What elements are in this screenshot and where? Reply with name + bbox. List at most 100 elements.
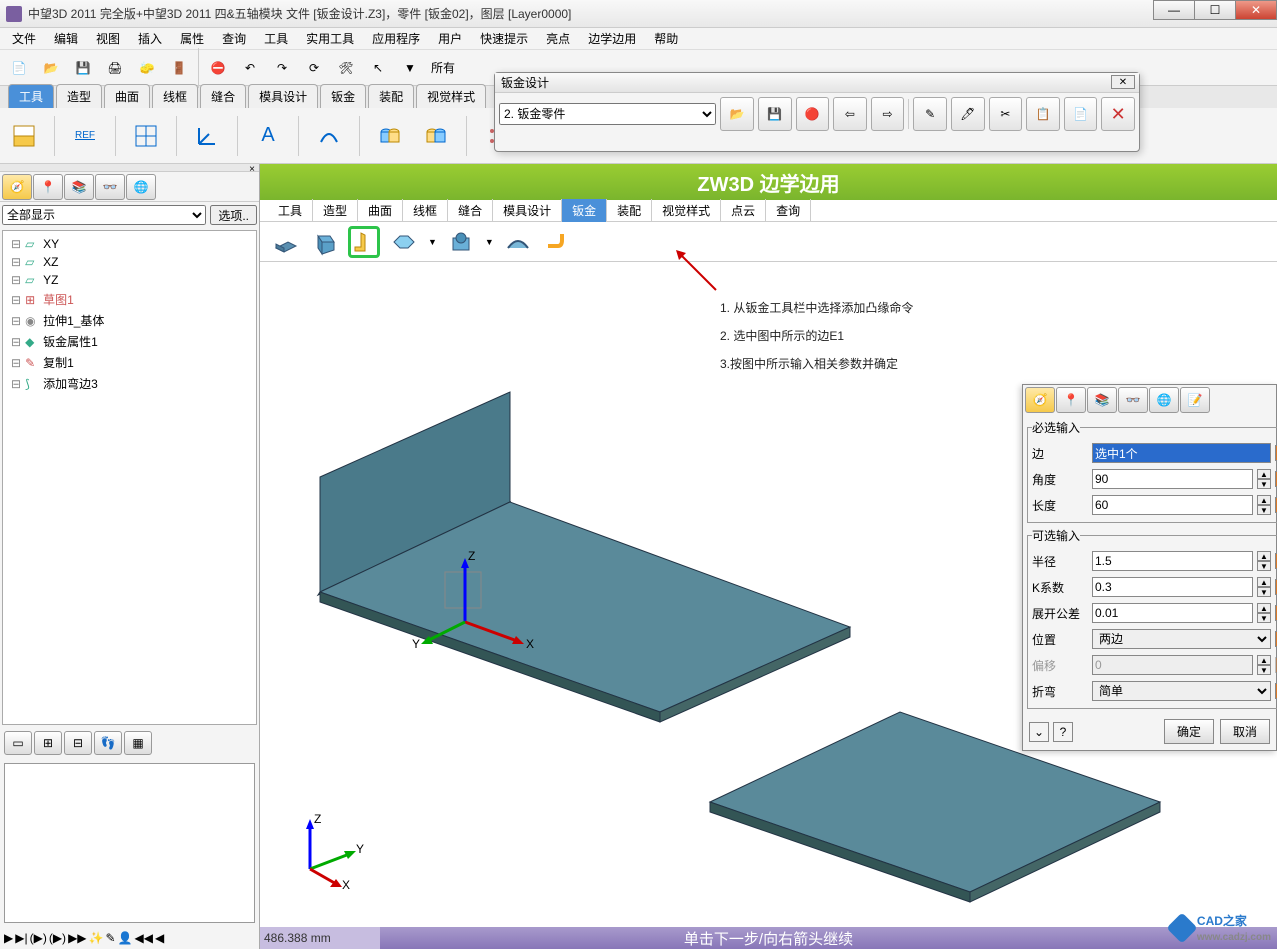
lp-tab-manager[interactable]: 🧭 bbox=[2, 174, 32, 200]
nav-end[interactable]: ▶▶ bbox=[68, 931, 86, 945]
menu-快速提示[interactable]: 快速提示 bbox=[472, 28, 536, 49]
nav-edit[interactable]: ✎ bbox=[105, 931, 115, 945]
pf-tab-4[interactable]: 👓 bbox=[1118, 387, 1148, 413]
save-icon[interactable]: 💾 bbox=[70, 55, 96, 81]
ft-copy-icon[interactable]: 📋 bbox=[1026, 97, 1060, 131]
nav-user[interactable]: 👤 bbox=[118, 931, 133, 945]
nav-wand[interactable]: ✨ bbox=[89, 931, 104, 945]
menu-编辑[interactable]: 编辑 bbox=[46, 28, 86, 49]
ft-open-icon[interactable]: 📂 bbox=[720, 97, 754, 131]
tree-item-2[interactable]: ⊟▱YZ bbox=[7, 271, 252, 289]
tree-options-button[interactable]: 选项.. bbox=[210, 205, 257, 225]
lp-tab-glasses[interactable]: 👓 bbox=[95, 174, 125, 200]
menu-查询[interactable]: 查询 bbox=[214, 28, 254, 49]
pointer-icon[interactable]: ↖ bbox=[365, 55, 391, 81]
innertab-工具[interactable]: 工具 bbox=[268, 199, 313, 222]
refresh-icon[interactable]: ⟳ bbox=[301, 55, 327, 81]
exit-icon[interactable]: 🚪 bbox=[166, 55, 192, 81]
sm-box-icon[interactable] bbox=[308, 226, 340, 258]
ribbon-text-btn[interactable]: A bbox=[252, 120, 284, 152]
redo-icon[interactable]: ↷ bbox=[269, 55, 295, 81]
ribbon-grid-btn[interactable] bbox=[130, 120, 162, 152]
tree-item-5[interactable]: ⊟◆钣金属性1 bbox=[7, 331, 252, 352]
maintab-钣金[interactable]: 钣金 bbox=[320, 84, 366, 108]
minimize-button[interactable]: — bbox=[1153, 0, 1195, 20]
maintab-模具设计[interactable]: 模具设计 bbox=[248, 84, 318, 108]
pf-tab-2[interactable]: 📍 bbox=[1056, 387, 1086, 413]
tree-item-3[interactable]: ⊟⊞草图1 bbox=[7, 289, 252, 310]
ribbon-cyl2-btn[interactable] bbox=[420, 120, 452, 152]
close-button[interactable]: ✕ bbox=[1235, 0, 1277, 20]
tree-item-1[interactable]: ⊟▱XZ bbox=[7, 253, 252, 271]
feature-tree[interactable]: ⊟▱XY⊟▱XZ⊟▱YZ⊟⊞草图1⊟◉拉伸1_基体⊟◆钣金属性1⊟✎复制1⊟⟆添… bbox=[2, 230, 257, 725]
pf-tab-6[interactable]: 📝 bbox=[1180, 387, 1210, 413]
kfactor-input[interactable] bbox=[1092, 577, 1253, 597]
maintab-线框[interactable]: 线框 bbox=[152, 84, 198, 108]
print-icon[interactable]: 🖨 bbox=[102, 55, 128, 81]
tree-item-4[interactable]: ⊟◉拉伸1_基体 bbox=[7, 310, 252, 331]
viewport[interactable]: ZW3D 边学边用 工具造型曲面线框缝合模具设计钣金装配视觉样式点云查询 ▼ ▼… bbox=[260, 164, 1277, 949]
nav-prev[interactable]: ◀ bbox=[155, 931, 164, 945]
sheetmetal-toolbar[interactable]: 钣金设计 ✕ 2. 钣金零件 📂 💾 🔴 ⇦ ⇨ ✎ 🖊 ✂ 📋 📄 ✕ bbox=[494, 72, 1140, 152]
maintab-缝合[interactable]: 缝合 bbox=[200, 84, 246, 108]
innertab-钣金[interactable]: 钣金 bbox=[562, 199, 607, 222]
menu-用户[interactable]: 用户 bbox=[430, 28, 470, 49]
erase-icon[interactable]: 🧽 bbox=[134, 55, 160, 81]
pf-help-icon[interactable]: ? bbox=[1053, 722, 1073, 742]
ft-record-icon[interactable]: 🔴 bbox=[796, 97, 830, 131]
menu-边学边用[interactable]: 边学边用 bbox=[580, 28, 644, 49]
ribbon-ref-btn[interactable]: REF bbox=[69, 120, 101, 152]
lp-tab-layers[interactable]: 📚 bbox=[64, 174, 94, 200]
ft-save-icon[interactable]: 💾 bbox=[758, 97, 792, 131]
maintab-曲面[interactable]: 曲面 bbox=[104, 84, 150, 108]
nav-back[interactable]: ◀◀ bbox=[135, 931, 153, 945]
menu-帮助[interactable]: 帮助 bbox=[646, 28, 686, 49]
lp-btn-1[interactable]: ▭ bbox=[4, 731, 32, 755]
lp-btn-5[interactable]: ▦ bbox=[124, 731, 152, 755]
menu-实用工具[interactable]: 实用工具 bbox=[298, 28, 362, 49]
lp-tab-pin[interactable]: 📍 bbox=[33, 174, 63, 200]
radius-input[interactable] bbox=[1092, 551, 1253, 571]
menu-文件[interactable]: 文件 bbox=[4, 28, 44, 49]
nav-play[interactable]: ▶ bbox=[4, 931, 13, 945]
nav-ff2[interactable]: (▶) bbox=[49, 931, 66, 945]
ribbon-curve-btn[interactable] bbox=[313, 120, 345, 152]
sm-flange-icon[interactable] bbox=[348, 226, 380, 258]
maintab-工具[interactable]: 工具 bbox=[8, 84, 54, 108]
pf-tab-1[interactable]: 🧭 bbox=[1025, 387, 1055, 413]
tree-item-7[interactable]: ⊟⟆添加弯边3 bbox=[7, 373, 252, 394]
menu-工具[interactable]: 工具 bbox=[256, 28, 296, 49]
length-down[interactable]: ▼ bbox=[1257, 505, 1271, 515]
innertab-查询[interactable]: 查询 bbox=[766, 199, 811, 222]
pf-expand-icon[interactable]: ⌄ bbox=[1029, 722, 1049, 742]
ft-delete-icon[interactable]: ✕ bbox=[1101, 97, 1135, 131]
float-toolbar-title[interactable]: 钣金设计 ✕ bbox=[495, 73, 1139, 93]
length-input[interactable] bbox=[1092, 495, 1253, 515]
lp-tab-globe[interactable]: 🌐 bbox=[126, 174, 156, 200]
sm-extrude-icon[interactable] bbox=[268, 226, 300, 258]
angle-down[interactable]: ▼ bbox=[1257, 479, 1271, 489]
undo-icon[interactable]: ↶ bbox=[237, 55, 263, 81]
lp-btn-2[interactable]: ⊞ bbox=[34, 731, 62, 755]
ribbon-cyl1-btn[interactable] bbox=[374, 120, 406, 152]
angle-up[interactable]: ▲ bbox=[1257, 469, 1271, 479]
open-icon[interactable]: 📂 bbox=[38, 55, 64, 81]
innertab-造型[interactable]: 造型 bbox=[313, 199, 358, 222]
innertab-点云[interactable]: 点云 bbox=[721, 199, 766, 222]
bend-select[interactable]: 简单 bbox=[1092, 681, 1271, 701]
maintab-造型[interactable]: 造型 bbox=[56, 84, 102, 108]
menu-插入[interactable]: 插入 bbox=[130, 28, 170, 49]
nav-ff[interactable]: (▶) bbox=[30, 931, 47, 945]
innertab-线框[interactable]: 线框 bbox=[403, 199, 448, 222]
menu-视图[interactable]: 视图 bbox=[88, 28, 128, 49]
ribbon-axis-btn[interactable] bbox=[191, 120, 223, 152]
ok-button[interactable]: 确定 bbox=[1164, 719, 1214, 744]
maintab-装配[interactable]: 装配 bbox=[368, 84, 414, 108]
sm-unfold-icon[interactable] bbox=[388, 226, 420, 258]
pf-tab-3[interactable]: 📚 bbox=[1087, 387, 1117, 413]
nav-next[interactable]: ▶| bbox=[15, 931, 27, 945]
ft-pen-icon[interactable]: 🖊 bbox=[951, 97, 985, 131]
innertab-缝合[interactable]: 缝合 bbox=[448, 199, 493, 222]
lp-btn-3[interactable]: ⊟ bbox=[64, 731, 92, 755]
innertab-装配[interactable]: 装配 bbox=[607, 199, 652, 222]
